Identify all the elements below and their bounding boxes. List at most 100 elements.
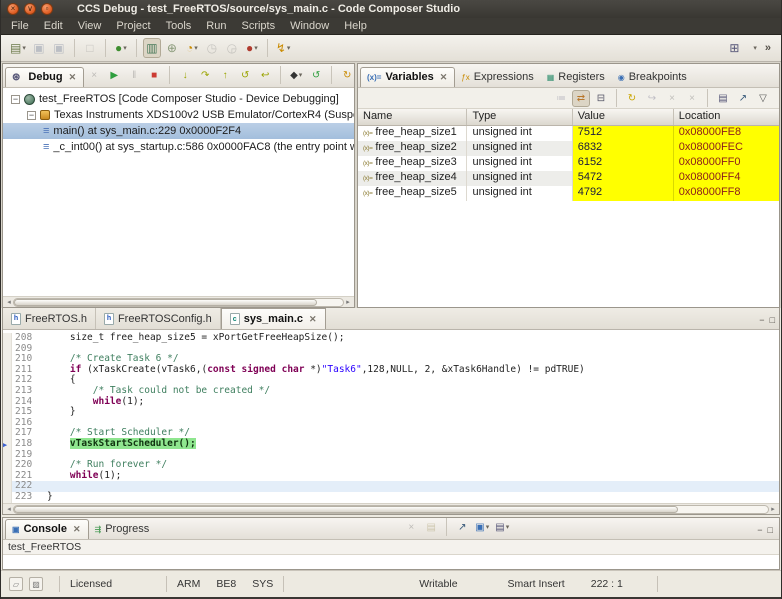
menu-project[interactable]: Project bbox=[116, 20, 150, 32]
column-header-type[interactable]: Type bbox=[467, 109, 572, 125]
code-line[interactable]: 222 bbox=[3, 481, 779, 492]
reset-cpu-icon[interactable]: ↺ bbox=[307, 67, 325, 84]
restart-dropdown-icon[interactable]: ▾ bbox=[299, 71, 303, 79]
editor-tab-sys_main-c[interactable]: csys_main.c✕ bbox=[221, 308, 326, 329]
code-line[interactable]: 223} bbox=[3, 492, 779, 503]
debug-tree-row[interactable]: −test_FreeRTOS [Code Composer Studio - D… bbox=[3, 91, 354, 107]
save-icon[interactable]: ▣ bbox=[30, 38, 48, 58]
close-icon[interactable]: ✕ bbox=[309, 314, 317, 325]
terminate-icon[interactable]: ■ bbox=[145, 67, 163, 84]
code-line[interactable]: 208 size_t free_heap_size5 = xPortGetFre… bbox=[3, 333, 779, 344]
link-icon[interactable]: ⊕ bbox=[163, 38, 181, 58]
debug-tree-row[interactable]: ≡main() at sys_main.c:229 0x0000F2F4 bbox=[3, 123, 354, 139]
resume-icon[interactable]: ▶ bbox=[105, 67, 123, 84]
editor-mark-icon[interactable]: ▱ bbox=[9, 577, 23, 591]
pin-console-icon[interactable]: ↗ bbox=[453, 519, 471, 536]
new-expression-icon[interactable]: ▤ bbox=[714, 90, 732, 107]
variable-row[interactable]: (x)=free_heap_size4unsigned int54720x080… bbox=[358, 171, 779, 186]
scroll-left-icon[interactable]: ◂ bbox=[5, 298, 13, 306]
scroll-track[interactable] bbox=[13, 298, 344, 307]
editor-tab-freertos-h[interactable]: hFreeRTOS.h bbox=[3, 308, 96, 329]
restart-icon[interactable]: ◆▾ bbox=[287, 67, 305, 84]
tab-expressions[interactable]: ƒxExpressions bbox=[455, 68, 540, 87]
code-line[interactable]: 221 while(1); bbox=[3, 471, 779, 482]
variable-row[interactable]: (x)=free_heap_size1unsigned int75120x080… bbox=[358, 126, 779, 141]
close-window-button[interactable]: × bbox=[7, 3, 19, 15]
scroll-right-icon[interactable]: ▸ bbox=[344, 298, 352, 306]
tab-registers[interactable]: ▦Registers bbox=[541, 68, 612, 87]
minimize-view-icon[interactable]: − bbox=[757, 525, 762, 535]
variable-row[interactable]: (x)=free_heap_size3unsigned int61520x080… bbox=[358, 156, 779, 171]
close-icon[interactable]: ✕ bbox=[69, 72, 77, 83]
editor-hscrollbar[interactable]: ◂ ▸ bbox=[3, 503, 779, 514]
variable-row[interactable]: (x)=free_heap_size5unsigned int47920x080… bbox=[358, 186, 779, 201]
console-output[interactable] bbox=[3, 555, 779, 569]
tab-variables[interactable]: (x)=Variables✕ bbox=[360, 67, 455, 87]
debug-icon[interactable]: ●▾ bbox=[112, 38, 130, 58]
save-all-icon[interactable]: ▣ bbox=[50, 38, 68, 58]
flash-dropdown-icon[interactable]: ▾ bbox=[287, 44, 291, 52]
remove-all-icon[interactable]: × bbox=[683, 90, 701, 107]
display-selected-icon[interactable]: ▣▾ bbox=[473, 519, 491, 536]
close-icon[interactable]: ✕ bbox=[73, 524, 81, 535]
debug-hscrollbar[interactable]: ◂ ▸ bbox=[3, 296, 354, 307]
disable-gc-icon[interactable]: ↪ bbox=[643, 90, 661, 107]
tree-expander-icon[interactable]: − bbox=[27, 111, 36, 120]
profile-clock-icon[interactable]: ◔▾ bbox=[183, 38, 201, 58]
minimize-view-icon[interactable]: − bbox=[759, 315, 764, 325]
scroll-right-icon[interactable]: ▸ bbox=[769, 505, 777, 513]
show-logical-structure-icon[interactable]: ⇄ bbox=[572, 90, 590, 107]
open-perspective-icon[interactable]: ⊞ bbox=[725, 38, 743, 58]
open-console-icon[interactable]: ▤▾ bbox=[493, 519, 511, 536]
display-selected-dropdown-icon[interactable]: ▾ bbox=[486, 523, 490, 531]
menu-help[interactable]: Help bbox=[344, 20, 367, 32]
open-resource-icon[interactable]: □ bbox=[81, 38, 99, 58]
tab-progress[interactable]: ⇶Progress bbox=[89, 520, 157, 539]
maximize-view-icon[interactable]: □ bbox=[768, 525, 773, 535]
editor-tab-freertosconfig-h[interactable]: hFreeRTOSConfig.h bbox=[96, 308, 221, 329]
menu-run[interactable]: Run bbox=[206, 20, 226, 32]
suspend-icon[interactable]: ‖ bbox=[125, 67, 143, 84]
debug-tree-row[interactable]: −Texas Instruments XDS100v2 USB Emulator… bbox=[3, 107, 354, 123]
pin-view-icon[interactable]: ↗ bbox=[734, 90, 752, 107]
tab-console[interactable]: ▣Console✕ bbox=[5, 519, 89, 539]
column-header-location[interactable]: Location bbox=[674, 109, 779, 125]
column-header-value[interactable]: Value bbox=[573, 109, 674, 125]
connect-target-icon[interactable]: ▥ bbox=[143, 38, 161, 58]
scroll-thumb[interactable] bbox=[14, 506, 678, 513]
scroll-track[interactable] bbox=[13, 505, 769, 514]
debug-tree-row[interactable]: ≡_c_int00() at sys_startup.c:586 0x0000F… bbox=[3, 139, 354, 155]
tree-expander-icon[interactable]: − bbox=[11, 95, 20, 104]
breakpoint-dropdown-icon[interactable]: ▾ bbox=[254, 44, 258, 52]
menu-edit[interactable]: Edit bbox=[44, 20, 63, 32]
breakpoint-icon[interactable]: ●▾ bbox=[243, 38, 261, 58]
menu-view[interactable]: View bbox=[78, 20, 102, 32]
scroll-left-icon[interactable]: ◂ bbox=[5, 505, 13, 513]
toolbar-overflow-chevron[interactable]: » bbox=[765, 42, 771, 54]
maximize-view-icon[interactable]: □ bbox=[770, 315, 775, 325]
remove-terminated-icon[interactable]: × bbox=[85, 67, 103, 84]
debug-dropdown-icon[interactable]: ▾ bbox=[123, 44, 127, 52]
open-console-dropdown-icon[interactable]: ▾ bbox=[506, 523, 510, 531]
step-into-icon[interactable]: ↓ bbox=[176, 67, 194, 84]
tab-debug[interactable]: ⊛ Debug ✕ bbox=[5, 67, 84, 87]
editor-overwrite-icon[interactable]: ▨ bbox=[29, 577, 43, 591]
perspective-dropdown-icon[interactable]: ▾ bbox=[753, 44, 757, 52]
menu-window[interactable]: Window bbox=[290, 20, 329, 32]
maximize-window-button[interactable]: ▫ bbox=[41, 3, 53, 15]
counter-b-icon[interactable]: ◶ bbox=[223, 38, 241, 58]
collapse-all-icon[interactable]: ⊟ bbox=[592, 90, 610, 107]
menu-file[interactable]: File bbox=[11, 20, 29, 32]
assembly-step-icon[interactable]: ↩ bbox=[256, 67, 274, 84]
step-return-icon[interactable]: ↑ bbox=[216, 67, 234, 84]
profile-clock-dropdown-icon[interactable]: ▾ bbox=[194, 44, 198, 52]
menu-tools[interactable]: Tools bbox=[166, 20, 192, 32]
tab-breakpoints[interactable]: ◉Breakpoints bbox=[612, 68, 694, 87]
code-line[interactable]: 211 if (xTaskCreate(vTask6,(const signed… bbox=[3, 365, 779, 376]
show-type-names-icon[interactable]: ≔ bbox=[552, 90, 570, 107]
step-back-icon[interactable]: ↺ bbox=[236, 67, 254, 84]
code-editor[interactable]: 208 size_t free_heap_size5 = xPortGetFre… bbox=[3, 330, 779, 503]
code-line[interactable]: ▶218 vTaskStartScheduler(); bbox=[3, 439, 779, 450]
refresh-icon[interactable]: ↻ bbox=[623, 90, 641, 107]
step-over-icon[interactable]: ↷ bbox=[196, 67, 214, 84]
